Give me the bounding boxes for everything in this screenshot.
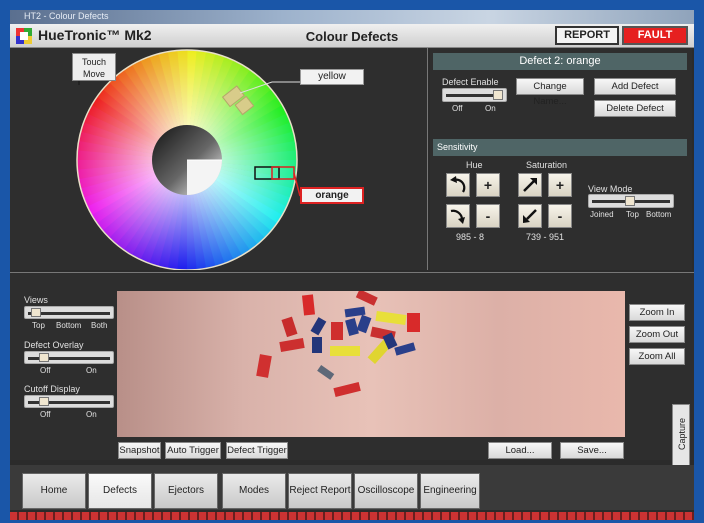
view-mode-label: View Mode — [588, 184, 633, 194]
camera-image — [256, 289, 420, 397]
app-header: HueTronic™ Mk2 Colour Defects REPORT FAU… — [10, 24, 694, 48]
view-mode-slider[interactable] — [588, 194, 674, 208]
views-option-both: Both — [91, 321, 108, 330]
navy-cup — [310, 317, 327, 336]
save-button[interactable]: Save... — [560, 442, 624, 459]
red-cup — [331, 322, 343, 340]
window-titlebar: HT2 - Colour Defects — [10, 10, 694, 24]
fault-button[interactable]: FAULT — [622, 26, 688, 45]
defect-overlay-off: Off — [40, 366, 51, 375]
window-title: HT2 - Colour Defects — [24, 11, 109, 21]
colour-wheel-panel: Touch Move yellow orange — [10, 48, 428, 270]
defect-enable-toggle[interactable] — [442, 88, 507, 102]
views-option-top: Top — [32, 321, 45, 330]
capture-button[interactable]: Capture — [672, 404, 690, 468]
hue-range-readout: 985 - 8 — [456, 232, 485, 242]
arrow-contract-icon — [523, 209, 537, 223]
tab-home[interactable]: Home — [22, 473, 86, 509]
cutoff-display-thumb[interactable] — [39, 397, 49, 406]
red-cup — [301, 294, 316, 316]
red-cup — [407, 313, 420, 332]
cutoff-display-on: On — [86, 410, 97, 419]
saturation-minus-button[interactable]: - — [548, 204, 572, 228]
add-defect-button[interactable]: Add Defect — [594, 78, 676, 95]
red-cup — [355, 289, 378, 306]
defect-overlay-label: Defect Overlay — [24, 340, 84, 350]
navy-cup — [312, 337, 322, 353]
navy-cup — [356, 314, 372, 334]
report-button[interactable]: REPORT — [555, 26, 619, 45]
red-cup — [279, 337, 305, 353]
gray-cup — [317, 364, 335, 380]
hue-rotate-left-button[interactable] — [446, 173, 470, 197]
defect-enable-on-label: On — [485, 104, 496, 113]
view-mode-option-bottom: Bottom — [646, 210, 672, 219]
views-thumb[interactable] — [31, 308, 41, 317]
red-cup — [281, 316, 298, 338]
tab-ejectors[interactable]: Ejectors — [154, 473, 218, 509]
snapshot-button[interactable]: Snapshot — [118, 442, 161, 459]
defect-trigger-button[interactable]: Defect Trigger — [226, 442, 288, 459]
colour-wheel[interactable] — [10, 48, 428, 270]
delete-defect-button[interactable]: Delete Defect — [594, 100, 676, 117]
cutoff-display-label: Cutoff Display — [24, 384, 80, 394]
hue-label: Hue — [466, 160, 483, 170]
tab-engineering[interactable]: Engineering — [420, 473, 480, 509]
defect-overlay-slider[interactable] — [24, 351, 114, 364]
saturation-plus-button[interactable]: + — [548, 173, 572, 197]
defect-heading: Defect 2: orange — [433, 53, 687, 70]
defect-overlay-on: On — [86, 366, 97, 375]
zoom-in-button[interactable]: Zoom In — [629, 304, 685, 321]
saturation-expand-button[interactable] — [518, 173, 542, 197]
hue-rotate-right-button[interactable] — [446, 204, 470, 228]
defect-enable-off-label: Off — [452, 104, 463, 113]
tab-modes[interactable]: Modes — [222, 473, 286, 509]
cutoff-display-off: Off — [40, 410, 51, 419]
hue-minus-button[interactable]: - — [476, 204, 500, 228]
view-mode-option-joined: Joined — [590, 210, 614, 219]
saturation-contract-button[interactable] — [518, 204, 542, 228]
rotate-cw-icon — [450, 209, 465, 224]
defect-enable-label: Defect Enable — [442, 77, 499, 87]
defect-enable-thumb[interactable] — [493, 90, 503, 100]
cutoff-display-slider[interactable] — [24, 395, 114, 408]
camera-view[interactable] — [117, 289, 625, 437]
yellow-defect-tag[interactable]: yellow — [300, 69, 364, 85]
red-cup — [333, 381, 361, 397]
status-bar — [10, 512, 694, 520]
bottom-nav: Home Defects Ejectors Modes Reject Repor… — [10, 465, 694, 510]
saturation-label: Saturation — [526, 160, 568, 170]
capture-label: Capture — [677, 417, 687, 451]
saturation-range-readout: 739 - 951 — [526, 232, 565, 242]
views-slider[interactable] — [24, 306, 114, 319]
hue-plus-button[interactable]: + — [476, 173, 500, 197]
app-window: HT2 - Colour Defects HueTronic™ Mk2 Colo… — [10, 10, 694, 520]
touch-move-button[interactable]: Touch Move — [72, 53, 116, 81]
tab-defects[interactable]: Defects — [88, 473, 152, 509]
arrow-expand-icon — [523, 178, 537, 192]
tab-reject-report[interactable]: Reject Report — [288, 473, 352, 509]
views-option-bottom: Bottom — [56, 321, 82, 330]
zoom-out-button[interactable]: Zoom Out — [629, 326, 685, 343]
orange-defect-tag[interactable]: orange — [300, 187, 364, 204]
lower-panel: Views Top Bottom Both Defect Overlay Off… — [10, 272, 694, 468]
sensitivity-heading: Sensitivity — [433, 139, 687, 156]
red-cup — [256, 354, 272, 378]
rotate-ccw-icon — [450, 176, 466, 193]
view-mode-thumb[interactable] — [625, 196, 635, 206]
yellow-cup — [330, 346, 360, 356]
navy-cup — [394, 342, 416, 356]
display-controls: Views Top Bottom Both Defect Overlay Off… — [10, 273, 118, 461]
view-mode-option-top: Top — [626, 210, 639, 219]
yellow-cup — [375, 310, 407, 326]
load-button[interactable]: Load... — [488, 442, 552, 459]
views-label: Views — [24, 295, 48, 305]
change-name-button[interactable]: Change Name... — [516, 78, 584, 107]
zoom-all-button[interactable]: Zoom All — [629, 348, 685, 365]
defect-panel: Defect 2: orange Defect Enable Off On Ch… — [430, 48, 692, 270]
navy-cup — [345, 317, 359, 337]
defect-overlay-thumb[interactable] — [39, 353, 49, 362]
tab-oscilloscope[interactable]: Oscilloscope — [354, 473, 418, 509]
auto-trigger-button[interactable]: Auto Trigger — [165, 442, 221, 459]
